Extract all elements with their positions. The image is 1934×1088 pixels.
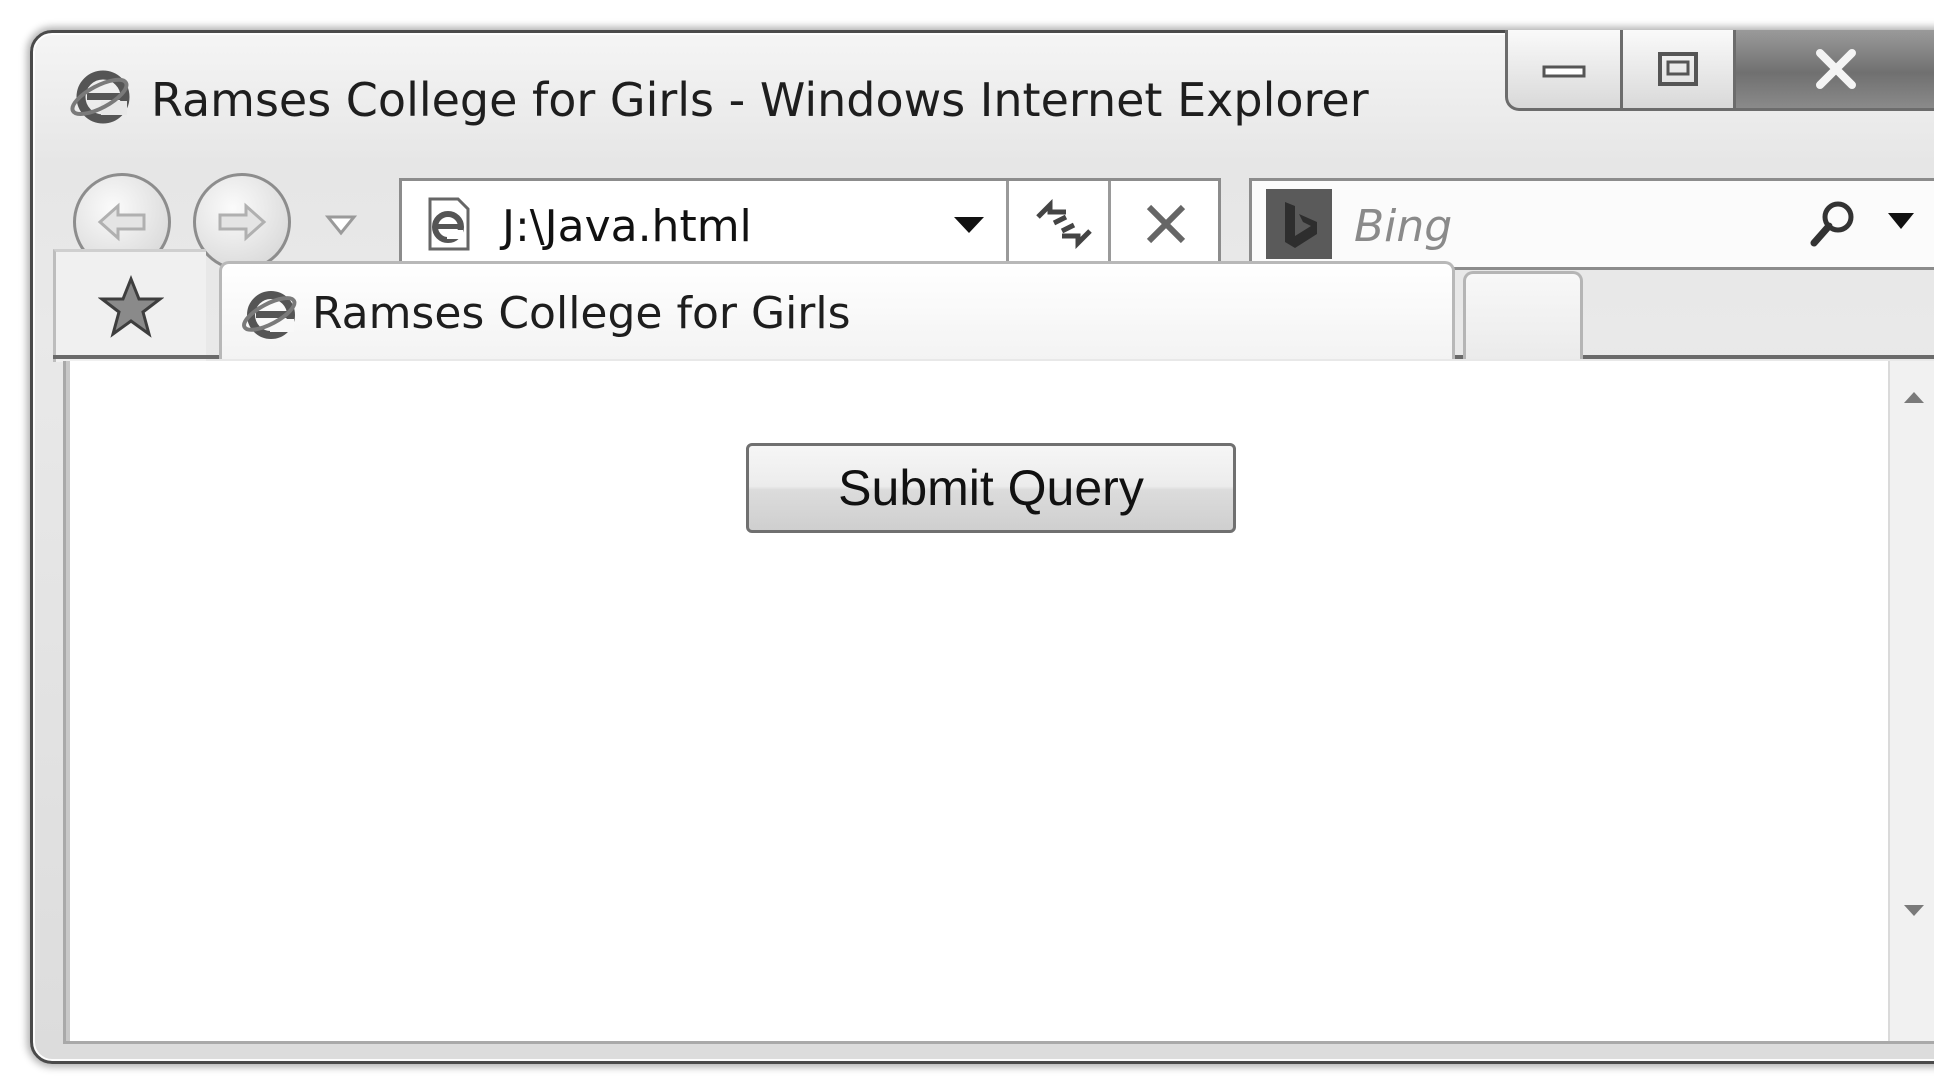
- minimize-button[interactable]: [1505, 30, 1623, 111]
- favorites-star-icon: [98, 275, 164, 338]
- forward-button[interactable]: [193, 173, 291, 271]
- scroll-down-icon[interactable]: [1902, 903, 1926, 919]
- chevron-down-icon[interactable]: [325, 211, 357, 239]
- scroll-up-icon[interactable]: [1902, 389, 1926, 405]
- tab-ramses-college[interactable]: Ramses College for Girls: [219, 261, 1455, 359]
- caption-buttons: [1505, 30, 1934, 112]
- favorites-button[interactable]: [53, 249, 206, 362]
- search-box[interactable]: Bing: [1249, 178, 1934, 270]
- ie-page-icon: [428, 197, 470, 251]
- new-tab-button[interactable]: [1463, 271, 1583, 359]
- minimize-icon: [1542, 65, 1586, 78]
- internet-explorer-icon: [70, 70, 130, 124]
- search-icon[interactable]: [1808, 197, 1860, 249]
- divider: [1108, 181, 1111, 267]
- dropdown-arrow-icon[interactable]: [952, 213, 986, 237]
- browser-window: Ramses College for Girls - Windows Inter…: [30, 30, 1934, 1064]
- address-input[interactable]: J:\Java.html: [502, 201, 752, 252]
- close-button[interactable]: [1736, 30, 1934, 111]
- close-icon: [1816, 49, 1856, 89]
- maximize-button[interactable]: [1623, 30, 1736, 111]
- address-bar[interactable]: J:\Java.html: [399, 178, 1221, 270]
- tab-label: Ramses College for Girls: [312, 288, 851, 339]
- bing-icon[interactable]: [1266, 189, 1332, 259]
- stop-icon: [1146, 204, 1186, 244]
- stop-button[interactable]: [1126, 193, 1206, 255]
- bing-logo-icon: [1285, 202, 1317, 248]
- ie-page-icon: [242, 291, 297, 339]
- divider: [1006, 181, 1009, 267]
- refresh-icon: [1036, 199, 1092, 249]
- page-content: Submit Query: [63, 361, 1934, 1044]
- vertical-scrollbar[interactable]: [1888, 361, 1934, 1041]
- maximize-icon: [1658, 52, 1698, 86]
- refresh-button[interactable]: [1024, 193, 1104, 255]
- forward-arrow-icon: [218, 202, 267, 242]
- dropdown-arrow-icon[interactable]: [1886, 209, 1916, 233]
- search-input[interactable]: Bing: [1354, 201, 1452, 252]
- submit-query-button[interactable]: Submit Query: [746, 443, 1236, 533]
- window-title: Ramses College for Girls - Windows Inter…: [151, 73, 1369, 127]
- back-arrow-icon: [97, 202, 146, 242]
